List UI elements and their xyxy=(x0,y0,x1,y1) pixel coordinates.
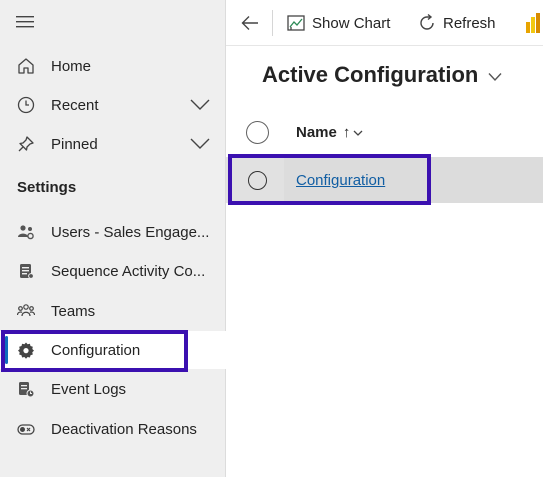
sidebar-item-label: Pinned xyxy=(51,135,98,153)
pin-icon xyxy=(17,135,35,153)
sidebar-item-label: Users - Sales Engage... xyxy=(51,223,210,241)
sidebar-item-teams[interactable]: Teams xyxy=(0,292,226,330)
select-all-checkbox[interactable] xyxy=(246,121,269,144)
sort-ascending-icon: ↑ xyxy=(342,124,351,141)
chart-icon xyxy=(287,15,305,31)
back-arrow-icon[interactable] xyxy=(240,13,260,33)
column-header-name[interactable]: Name ↑ xyxy=(296,124,363,141)
sidebar-item-label: Event Logs xyxy=(51,380,127,398)
chevron-down-icon xyxy=(488,72,502,81)
sidebar-item-event-logs[interactable]: Event Logs xyxy=(0,370,226,408)
log-clock-icon xyxy=(17,380,35,398)
view-selector[interactable]: Active Configuration xyxy=(262,62,502,88)
sidebar-item-label: Home xyxy=(51,57,92,75)
sidebar-item-home[interactable]: Home xyxy=(0,47,226,85)
home-icon xyxy=(17,57,35,75)
clock-icon xyxy=(17,96,35,114)
toggle-icon xyxy=(17,420,35,438)
refresh-icon xyxy=(420,13,434,30)
sidebar-item-label: Teams xyxy=(51,302,96,320)
toolbar-divider xyxy=(272,10,273,36)
show-chart-label: Show Chart xyxy=(312,14,391,32)
sidebar-item-label: Recent xyxy=(51,96,99,114)
chevron-down-icon xyxy=(353,130,363,136)
sidebar-item-sequence-activity[interactable]: Sequence Activity Co... xyxy=(0,252,226,290)
chevron-down-icon[interactable] xyxy=(190,99,210,111)
hamburger-menu-icon[interactable] xyxy=(16,14,36,30)
show-chart-button[interactable]: Show Chart xyxy=(286,0,390,46)
sidebar-item-label: Deactivation Reasons xyxy=(51,420,197,438)
grid-header-row: Name ↑ xyxy=(226,112,543,154)
sidebar-item-recent[interactable]: Recent xyxy=(0,86,226,124)
main-content: Show Chart Refresh Active Configuration … xyxy=(226,0,543,477)
people-team-icon xyxy=(17,302,35,320)
sidebar-item-users[interactable]: Users - Sales Engage... xyxy=(0,213,226,251)
sidebar-item-deactivation-reasons[interactable]: Deactivation Reasons xyxy=(0,410,226,448)
refresh-label: Refresh xyxy=(443,14,496,32)
sidebar-item-label: Sequence Activity Co... xyxy=(51,262,206,280)
view-title: Active Configuration xyxy=(262,62,479,87)
refresh-button[interactable]: Refresh xyxy=(417,0,496,46)
power-bi-icon[interactable] xyxy=(524,12,543,34)
users-gear-icon xyxy=(17,223,35,241)
settings-section-title: Settings xyxy=(17,179,77,196)
document-list-icon xyxy=(17,262,35,280)
highlight-box-grid xyxy=(228,154,431,205)
column-header-label: Name xyxy=(296,124,337,141)
highlight-box-sidebar xyxy=(1,330,188,372)
command-bar: Show Chart Refresh xyxy=(226,0,543,46)
sidebar-item-pinned[interactable]: Pinned xyxy=(0,125,226,163)
chevron-down-icon[interactable] xyxy=(190,138,210,150)
sidebar: Home Recent Pinned Settings Users - Sale… xyxy=(0,0,226,477)
